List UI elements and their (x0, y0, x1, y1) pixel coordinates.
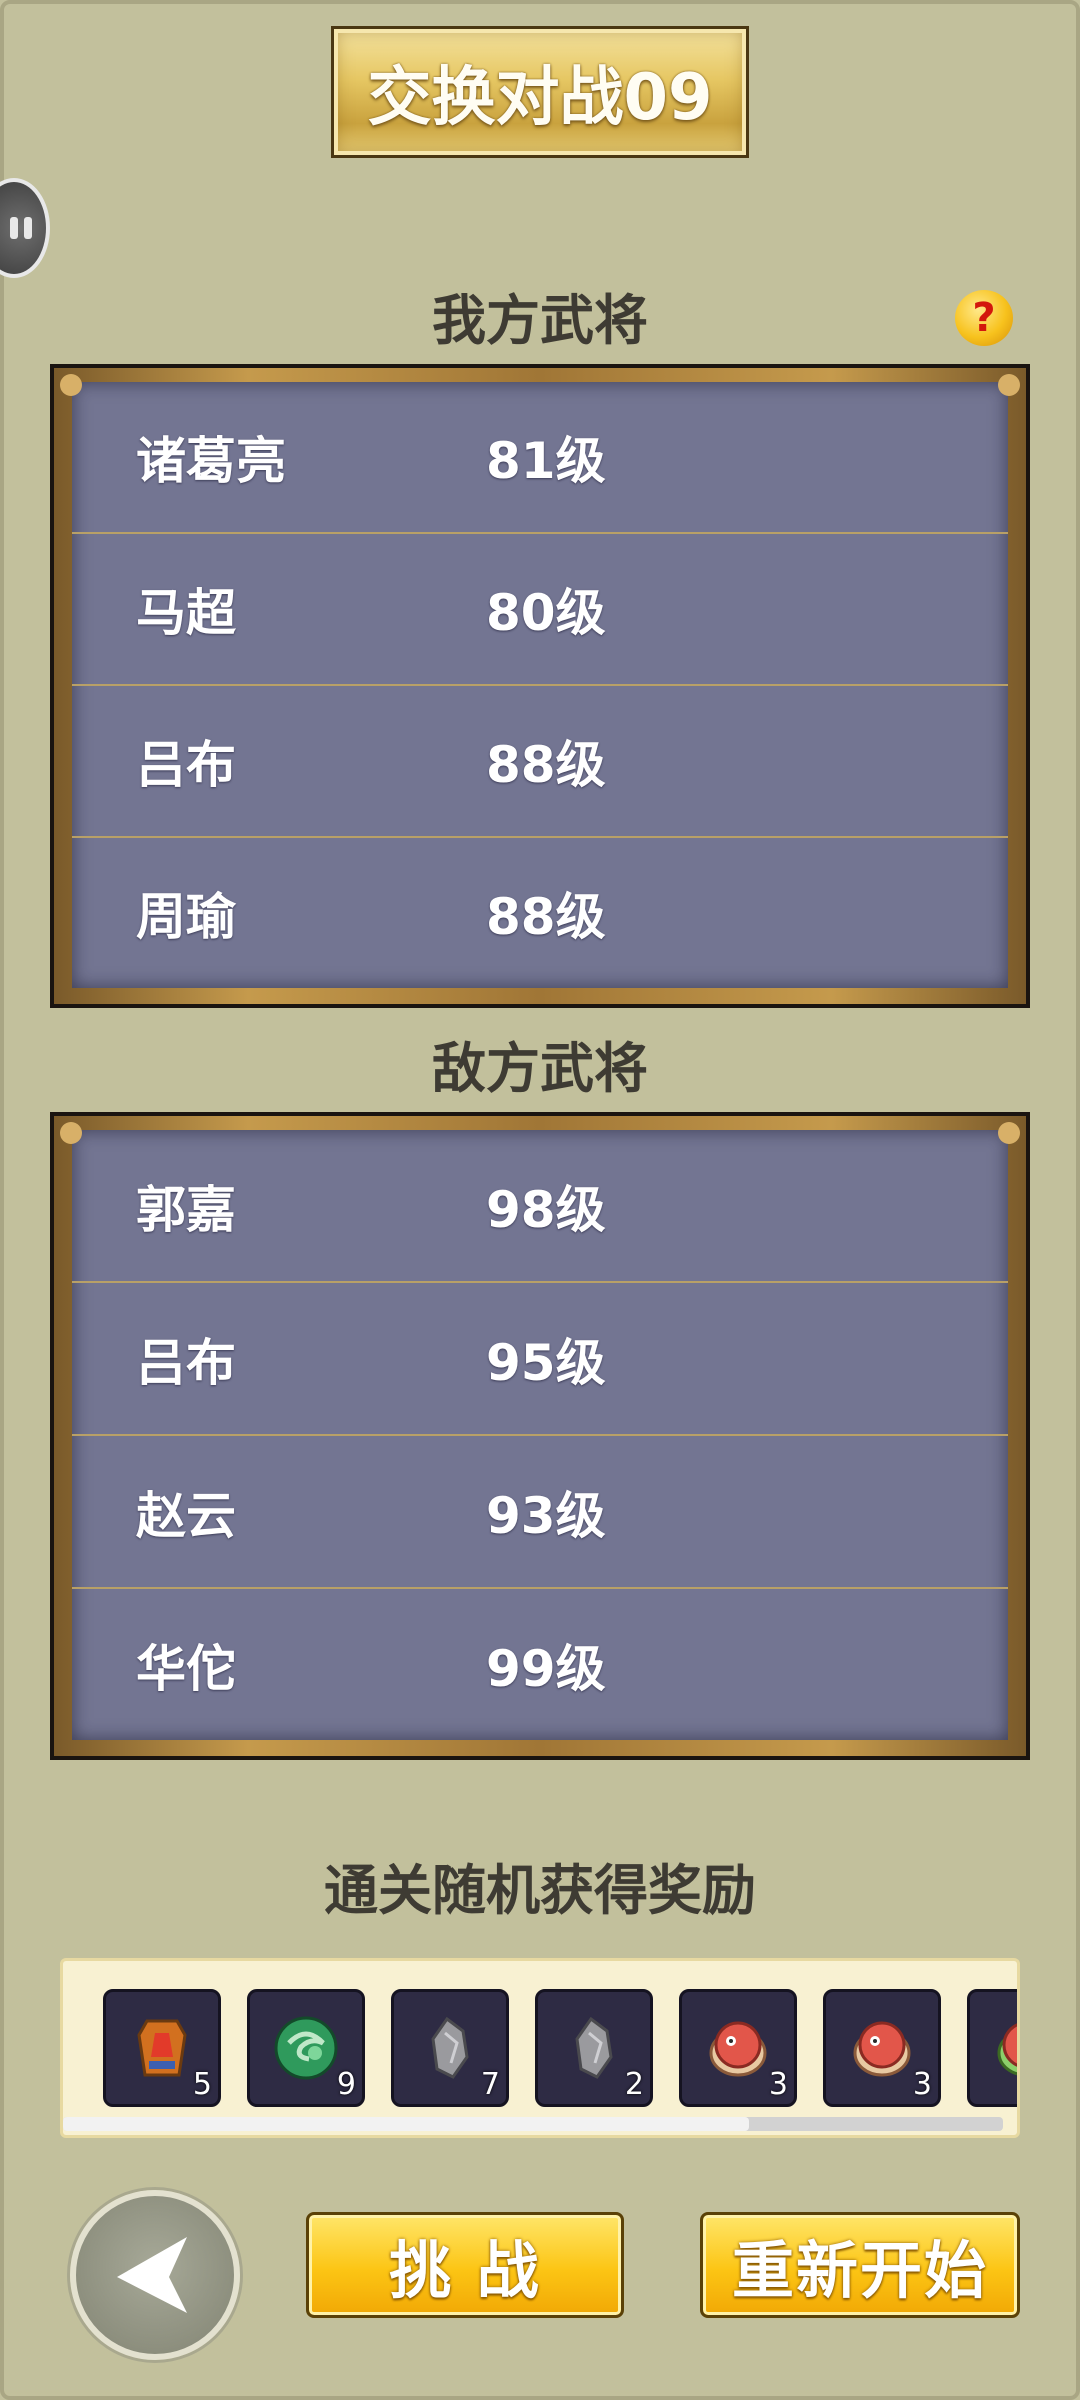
peach-bun-icon (997, 2023, 1017, 2076)
peach-bun-icon (709, 2021, 767, 2077)
enemy-general-row[interactable]: 吕布 95级 (72, 1283, 1008, 1436)
stone-icon (575, 2016, 613, 2079)
pause-icon-bar (10, 217, 18, 239)
back-arrow-icon (117, 2237, 187, 2313)
reward-count: 9 (336, 2067, 356, 2102)
rewards-title: 通关随机获得奖励 (324, 1859, 756, 1922)
reward-item[interactable]: 9 (247, 1989, 365, 2107)
help-glyph: ? (972, 295, 996, 341)
page-title: 交换对战09 (367, 61, 713, 135)
reward-count: 7 (480, 2067, 500, 2102)
challenge-button-label: 挑 战 (389, 2234, 541, 2307)
reward-item[interactable]: 7 (391, 1989, 509, 2107)
peach-bun-icon (853, 2021, 911, 2077)
green-orb-icon (274, 2016, 338, 2080)
general-level: 88级 (486, 888, 606, 946)
title-plate: 交换对战09 (331, 26, 749, 158)
general-name: 吕布 (136, 736, 236, 794)
my-general-row[interactable]: 马超 80级 (72, 534, 1008, 686)
reward-item[interactable]: 2 (535, 1989, 653, 2107)
general-name: 华佗 (136, 1639, 236, 1698)
general-level: 93级 (486, 1486, 606, 1545)
enemy-general-row[interactable]: 郭嘉 98级 (72, 1130, 1008, 1283)
rewards-list: 5 9 7 2 3 3 (103, 1989, 1017, 2109)
pause-icon-bar (24, 217, 32, 239)
my-general-row[interactable]: 诸葛亮 81级 (72, 382, 1008, 534)
reward-count: 5 (192, 2067, 212, 2102)
enemy-general-row[interactable]: 华佗 99级 (72, 1589, 1008, 1740)
general-level: 88级 (486, 736, 606, 794)
general-level: 95级 (486, 1333, 606, 1392)
general-name: 吕布 (136, 1333, 236, 1392)
general-level: 98级 (486, 1180, 606, 1239)
restart-button-label: 重新开始 (731, 2234, 988, 2307)
general-name: 马超 (136, 584, 236, 642)
rewards-scroll-thumb[interactable] (63, 2117, 750, 2131)
my-generals-label: 我方武将 (432, 289, 648, 352)
enemy-generals-label: 敌方武将 (432, 1037, 648, 1100)
general-level: 99级 (486, 1639, 606, 1698)
my-generals-panel: 诸葛亮 81级 马超 80级 吕布 88级 周瑜 88级 (50, 364, 1030, 1008)
reward-count: 2 (624, 2067, 644, 2102)
reward-item[interactable] (967, 1989, 1017, 2107)
rewards-strip[interactable]: 5 9 7 2 3 3 (60, 1958, 1020, 2138)
armor-icon (137, 2019, 187, 2077)
reward-item[interactable]: 3 (679, 1989, 797, 2107)
reward-item[interactable]: 3 (823, 1989, 941, 2107)
general-name: 郭嘉 (136, 1180, 236, 1239)
my-general-row[interactable]: 吕布 88级 (72, 686, 1008, 838)
general-level: 80级 (486, 584, 606, 642)
back-button[interactable] (70, 2190, 240, 2360)
stone-icon (431, 2016, 469, 2079)
my-general-row[interactable]: 周瑜 88级 (72, 838, 1008, 988)
general-level: 81级 (486, 432, 606, 490)
rewards-scrollbar[interactable] (63, 2117, 1003, 2131)
general-name: 赵云 (136, 1486, 236, 1545)
restart-button[interactable]: 重新开始 (700, 2212, 1020, 2318)
general-name: 诸葛亮 (136, 432, 286, 490)
help-icon[interactable]: ? (955, 290, 1013, 346)
enemy-generals-panel: 郭嘉 98级 吕布 95级 赵云 93级 华佗 99级 (50, 1112, 1030, 1760)
reward-count: 3 (768, 2067, 788, 2102)
challenge-button[interactable]: 挑 战 (306, 2212, 624, 2318)
reward-item[interactable]: 5 (103, 1989, 221, 2107)
general-name: 周瑜 (136, 888, 236, 946)
enemy-general-row[interactable]: 赵云 93级 (72, 1436, 1008, 1589)
reward-count: 3 (912, 2067, 932, 2102)
